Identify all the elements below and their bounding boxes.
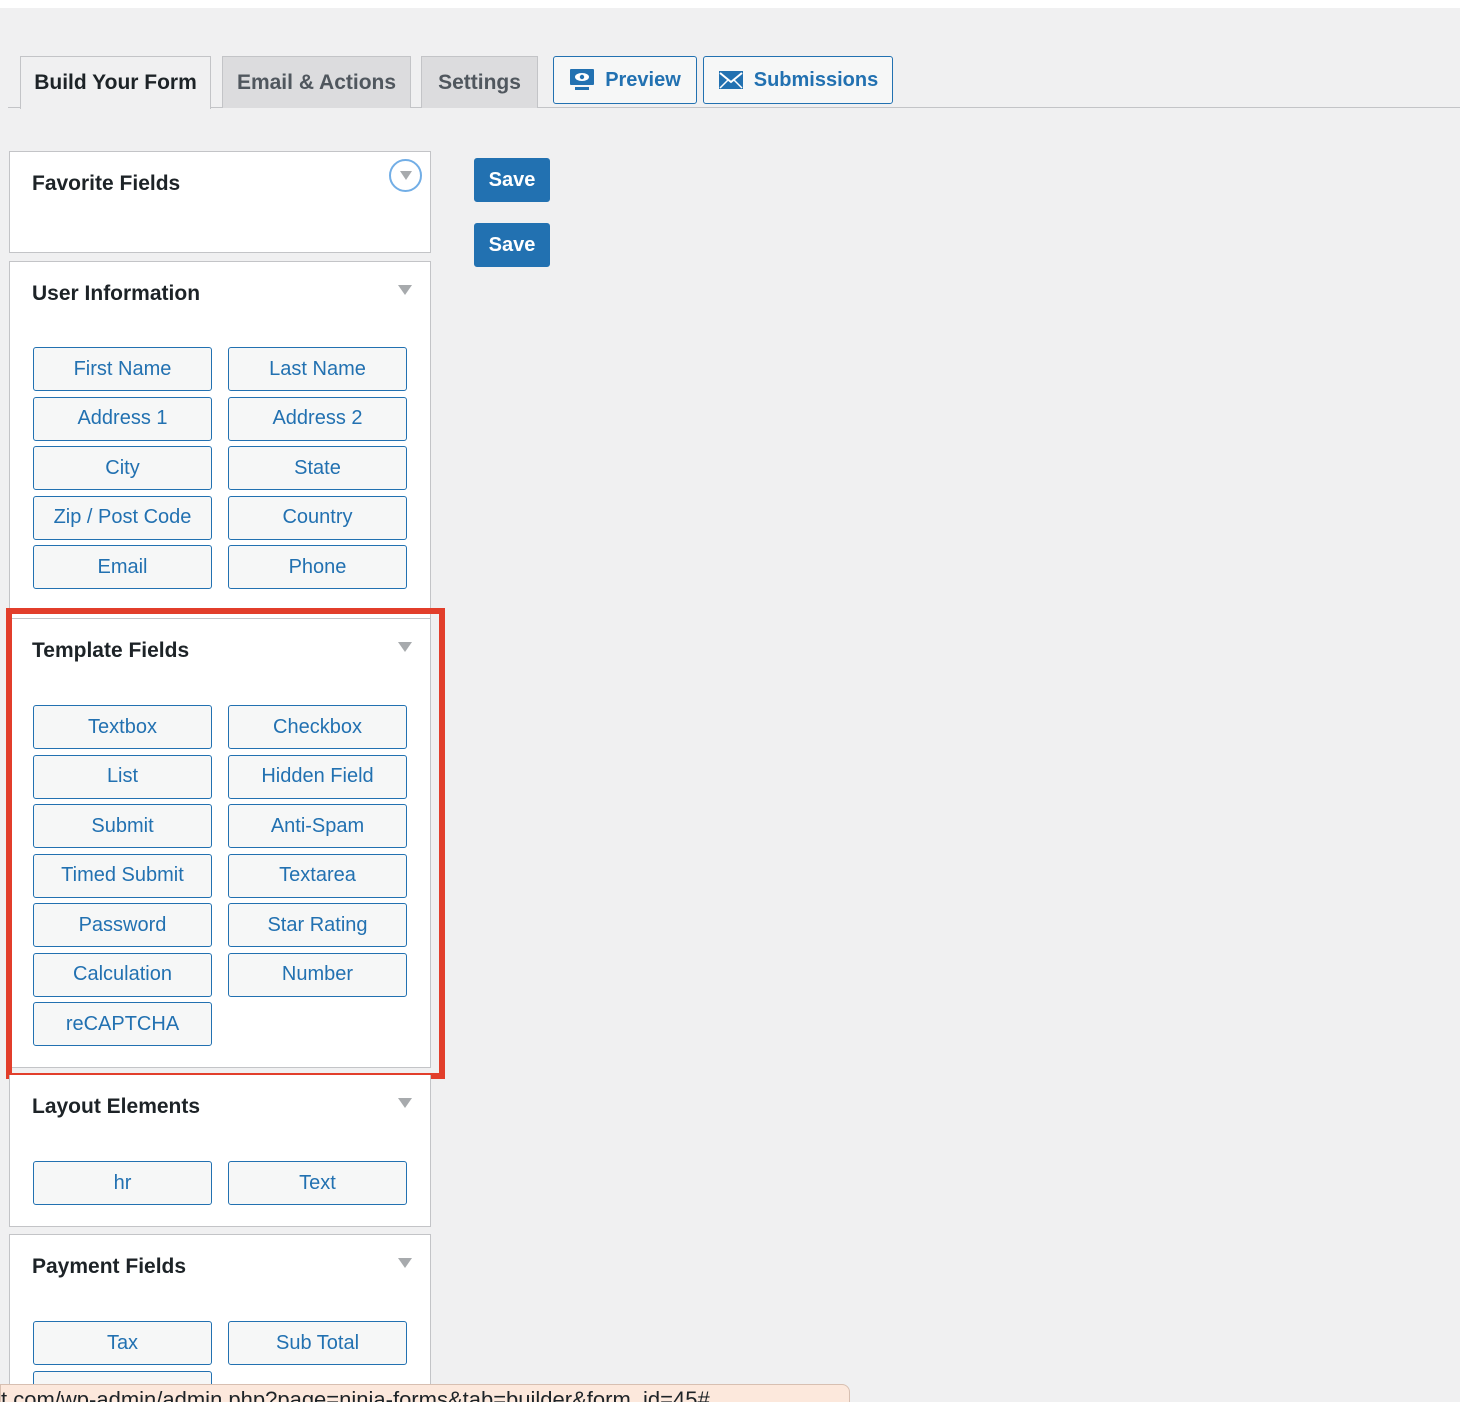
field-phone[interactable]: Phone bbox=[228, 545, 407, 589]
submissions-button[interactable]: Submissions bbox=[703, 56, 893, 104]
panel-title: Payment Fields bbox=[32, 1255, 187, 1278]
field-state[interactable]: State bbox=[228, 446, 407, 490]
field-address-2[interactable]: Address 2 bbox=[228, 396, 407, 441]
highlight-box bbox=[6, 608, 445, 1079]
field-email[interactable]: Email bbox=[33, 545, 212, 589]
tab-settings[interactable]: Settings bbox=[421, 56, 538, 108]
user-information-panel: User Information First Name Last Name Ad… bbox=[9, 261, 431, 621]
field-last-name[interactable]: Last Name bbox=[228, 347, 407, 391]
field-tax[interactable]: Tax bbox=[33, 1321, 212, 1365]
favorite-fields-panel: Favorite Fields bbox=[9, 151, 431, 253]
collapse-toggle-icon[interactable] bbox=[398, 1095, 412, 1108]
field-country[interactable]: Country bbox=[228, 495, 407, 540]
field-text[interactable]: Text bbox=[228, 1161, 407, 1205]
tab-email-actions[interactable]: Email & Actions bbox=[222, 56, 411, 108]
tab-label: Email & Actions bbox=[236, 70, 397, 94]
save-button[interactable]: Save bbox=[474, 158, 550, 202]
panel-title: Layout Elements bbox=[32, 1095, 201, 1118]
save-button-secondary[interactable]: Save bbox=[474, 223, 550, 267]
layout-elements-panel: Layout Elements hr Text bbox=[9, 1075, 431, 1227]
tab-label: Settings bbox=[438, 70, 521, 94]
collapse-toggle-icon[interactable] bbox=[398, 1255, 412, 1268]
field-hr[interactable]: hr bbox=[33, 1161, 212, 1205]
field-zip-post-code[interactable]: Zip / Post Code bbox=[33, 495, 212, 540]
submissions-label: Submissions bbox=[753, 68, 879, 91]
tab-label: Build Your Form bbox=[34, 71, 197, 94]
field-address-1[interactable]: Address 1 bbox=[33, 396, 212, 441]
field-city[interactable]: City bbox=[33, 446, 212, 490]
preview-button[interactable]: Preview bbox=[553, 56, 697, 104]
field-button-grid: First Name Last Name Address 1 Address 2… bbox=[33, 347, 407, 589]
field-button-grid: hr Text bbox=[33, 1161, 407, 1205]
preview-label: Preview bbox=[605, 68, 681, 91]
field-first-name[interactable]: First Name bbox=[33, 347, 212, 391]
payment-fields-panel: Payment Fields Tax Sub Total bbox=[9, 1234, 431, 1402]
status-bar-url: t.com/wp-admin/admin.php?page=ninja-form… bbox=[0, 1384, 850, 1402]
collapse-toggle-icon[interactable] bbox=[389, 159, 422, 192]
field-sub-total[interactable]: Sub Total bbox=[228, 1321, 407, 1365]
preview-icon bbox=[569, 68, 595, 92]
panel-title: Favorite Fields bbox=[32, 172, 181, 195]
top-strip bbox=[0, 0, 1460, 8]
collapse-toggle-icon[interactable] bbox=[398, 282, 412, 295]
panel-title: User Information bbox=[32, 282, 201, 305]
tab-build-your-form[interactable]: Build Your Form bbox=[20, 56, 211, 109]
mail-icon bbox=[718, 70, 744, 90]
